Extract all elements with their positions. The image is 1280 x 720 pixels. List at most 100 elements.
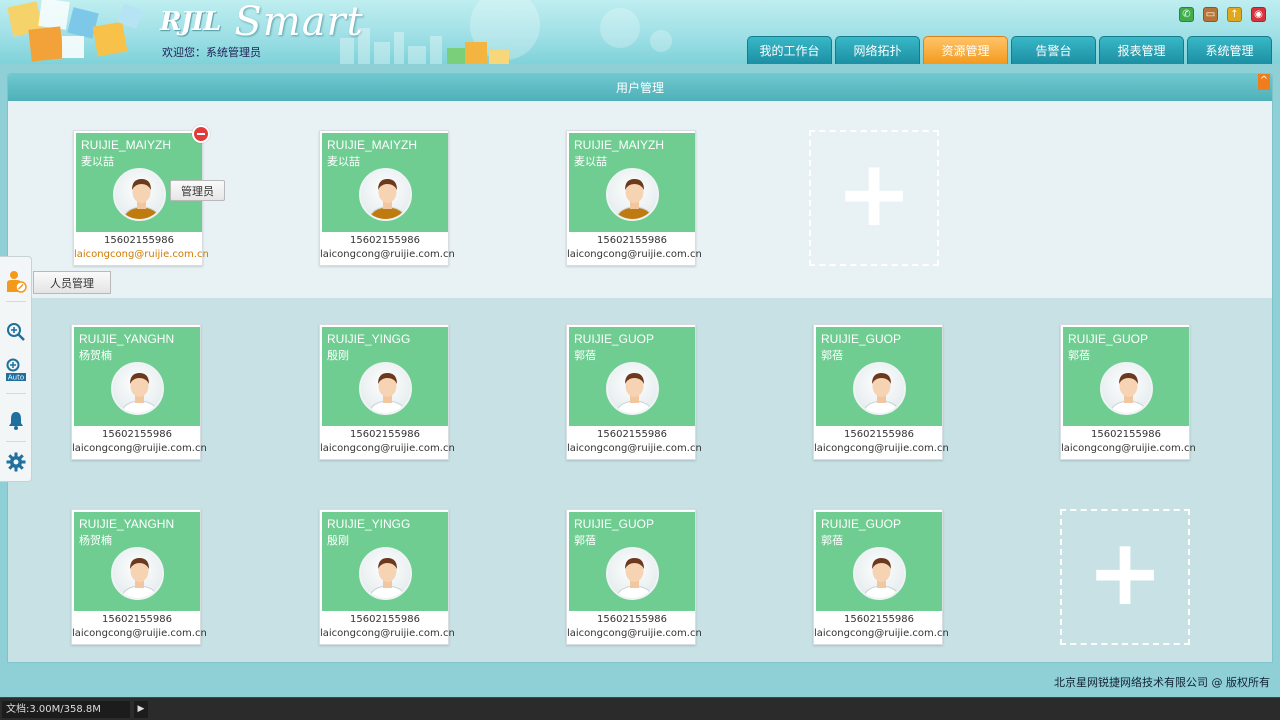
user-card[interactable]: RUIJIE_YINGG 殷刚 15602155986 laicongcong@rui… [319,509,455,645]
user-phone: 15602155986 [1091,429,1161,440]
user-id: RUIJIE_GUOP [821,332,902,346]
doc-size-status: 文档:3.00M/358.8M [2,701,130,718]
user-card[interactable]: RUIJIE_YANGHN 杨贺楠 15602155986 laicongcong@r… [71,509,207,645]
avatar [359,362,412,415]
upload-icon[interactable]: ↑ [1227,7,1242,22]
user-card-header: RUIJIE_YINGG 殷刚 [322,327,448,426]
user-name: 麦以喆 [81,155,114,168]
user-name: 郭蓓 [821,534,843,547]
user-email: laicongcong@ruijie.com.cn [814,628,949,639]
gear-icon[interactable] [5,451,27,473]
svg-text:Auto: Auto [8,374,24,382]
tab-alarm-console[interactable]: 告警台 [1011,36,1096,64]
tab-report-management[interactable]: 报表管理 [1099,36,1184,64]
user-email: laicongcong@ruijie.com.cn [72,443,207,454]
user-card-header: RUIJIE_GUOP 郭蓓 [816,327,942,426]
bell-icon[interactable] [5,409,27,431]
avatar [606,168,659,221]
top-icon-group: ✆ ▭ ↑ ◉ [1179,7,1266,22]
user-email: laicongcong@ruijie.com.cn [74,249,209,260]
wallet-icon[interactable]: ▭ [1203,7,1218,22]
user-id: RUIJIE_YINGG [327,517,411,531]
user-card[interactable]: RUIJIE_MAIYZH 麦以喆 15602155986 laicongcong@r… [319,130,455,266]
plus-icon: + [835,140,913,247]
user-phone: 15602155986 [350,235,420,246]
user-phone: 15602155986 [102,429,172,440]
user-name: 殷刚 [327,534,349,547]
user-id: RUIJIE_YINGG [327,332,411,346]
avatar [111,362,164,415]
zoom-in-icon[interactable] [5,321,27,343]
cubes-decoration [7,0,143,62]
main-nav: 我的工作台 网络拓扑 资源管理 告警台 报表管理 系统管理 [747,36,1272,64]
avatar [359,547,412,600]
user-name: 杨贺楠 [79,349,112,362]
tab-system-management[interactable]: 系统管理 [1187,36,1272,64]
user-card[interactable]: RUIJIE_YANGHN 杨贺楠 15602155986 laicongcong@r… [71,324,207,460]
user-email: laicongcong@ruijie.com.cn [72,628,207,639]
user-id: RUIJIE_MAIYZH [327,138,418,152]
user-id: RUIJIE_GUOP [821,517,902,531]
user-email: laicongcong@ruijie.com.cn [567,628,702,639]
user-card-header: RUIJIE_YANGHN 杨贺楠 [74,327,200,426]
user-email: laicongcong@ruijie.com.cn [567,443,702,454]
avatar [1100,362,1153,415]
user-card[interactable]: RUIJIE_GUOP 郭蓓 15602155986 laicongcong@ruij… [813,509,949,645]
user-card[interactable]: RUIJIE_GUOP 郭蓓 15602155986 laicongcong@ruij… [566,324,702,460]
user-name: 殷刚 [327,349,349,362]
user-card[interactable]: RUIJIE_MAIYZH 麦以喆 15602155986 laicongcong@r… [566,130,702,266]
user-id: RUIJIE_YANGHN [79,332,175,346]
phone-icon[interactable]: ✆ [1179,7,1194,22]
remove-user-icon[interactable] [192,125,210,143]
person-manage-tooltip: 人员管理 [33,271,111,294]
tab-resource-management[interactable]: 资源管理 [923,36,1008,64]
user-phone: 15602155986 [597,614,667,625]
user-id: RUIJIE_GUOP [574,332,655,346]
add-user-button[interactable]: + [809,130,939,266]
user-email: laicongcong@ruijie.com.cn [814,443,949,454]
person-manage-icon[interactable] [5,271,27,293]
user-name: 郭蓓 [574,534,596,547]
user-card-header: RUIJIE_MAIYZH 麦以喆 [569,133,695,232]
app-header: RJIL Smart 欢迎您：系统管理员 ✆ ▭ ↑ ◉ 我的工作台 网络拓扑 … [0,0,1280,64]
user-card[interactable]: RUIJIE_GUOP 郭蓓 15602155986 laicongcong@ruij… [566,509,702,645]
avatar [111,547,164,600]
avatar [853,362,906,415]
user-card[interactable]: RUIJIE_YINGG 殷刚 15602155986 laicongcong@rui… [319,324,455,460]
user-card-header: RUIJIE_GUOP 郭蓓 [569,512,695,611]
user-id: RUIJIE_YANGHN [79,517,175,531]
status-expand-icon[interactable]: ▶ [134,701,148,718]
status-bar: 文档:3.00M/358.8M ▶ [0,697,1280,720]
add-user-button[interactable]: + [1060,509,1190,645]
user-name: 麦以喆 [574,155,607,168]
role-tooltip: 管理员 [170,180,225,201]
user-name: 杨贺楠 [79,534,112,547]
user-card[interactable]: RUIJIE_GUOP 郭蓓 15602155986 laicongcong@ruij… [813,324,949,460]
copyright-text: 北京星网锐捷网络技术有限公司 @ 版权所有 [1054,676,1270,689]
power-icon[interactable]: ◉ [1251,7,1266,22]
tab-network-topology[interactable]: 网络拓扑 [835,36,920,64]
user-phone: 15602155986 [104,235,174,246]
user-phone: 15602155986 [350,614,420,625]
user-email: laicongcong@ruijie.com.cn [320,443,455,454]
zoom-auto-icon[interactable]: Auto [5,358,27,382]
user-id: RUIJIE_MAIYZH [81,138,172,152]
user-phone: 15602155986 [597,429,667,440]
user-phone: 15602155986 [597,235,667,246]
logo-brand: RJIL [160,7,221,37]
avatar [113,168,166,221]
tab-my-workbench[interactable]: 我的工作台 [747,36,832,64]
user-name: 郭蓓 [574,349,596,362]
collapse-toggle[interactable]: ^ [1258,74,1270,90]
user-card-header: RUIJIE_GUOP 郭蓓 [1063,327,1189,426]
user-name: 郭蓓 [1068,349,1090,362]
user-phone: 15602155986 [102,614,172,625]
welcome-text: 欢迎您：系统管理员 [162,46,261,59]
user-phone: 15602155986 [844,614,914,625]
user-card[interactable]: RUIJIE_GUOP 郭蓓 15602155986 laicongcong@ruij… [1060,324,1196,460]
user-card-header: RUIJIE_MAIYZH 麦以喆 [322,133,448,232]
user-card-header: RUIJIE_GUOP 郭蓓 [569,327,695,426]
user-id: RUIJIE_MAIYZH [574,138,665,152]
user-id: RUIJIE_GUOP [1068,332,1149,346]
avatar [853,547,906,600]
